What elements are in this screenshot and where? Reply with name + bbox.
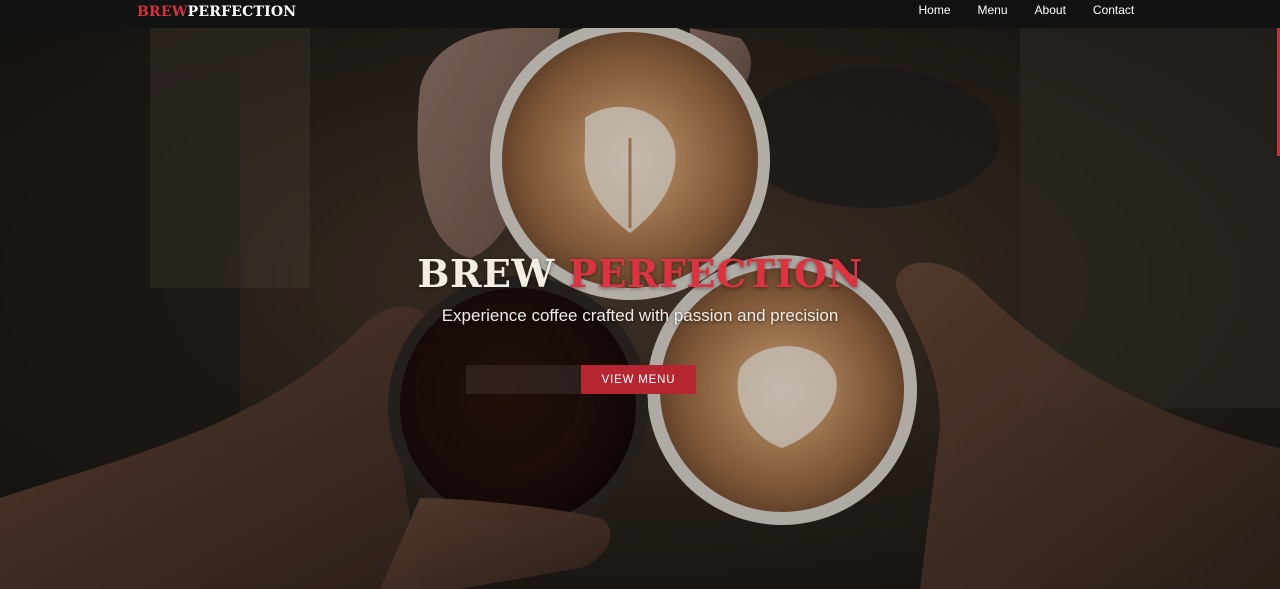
nav-link-home[interactable]: Home [905, 0, 964, 21]
hero-content: BREW PERFECTION Experience coffee crafte… [0, 250, 1280, 328]
hero-title-part2: PERFECTION [568, 251, 863, 296]
nav-links: Home Menu About Contact [905, 0, 1148, 21]
logo-main-text: PERFECTION [187, 4, 297, 20]
hero-buttons: VIEW MENU [466, 365, 696, 395]
view-menu-button[interactable]: VIEW MENU [581, 365, 696, 394]
nav-link-menu[interactable]: Menu [964, 0, 1021, 21]
nav-link-about[interactable]: About [1021, 0, 1079, 21]
nav-link-contact[interactable]: Contact [1079, 0, 1147, 21]
hero-subtitle: Experience coffee crafted with passion a… [441, 306, 839, 325]
logo-accent-text: BREW [137, 4, 188, 20]
navbar: BREWPERFECTION Home Menu About Contact [0, 0, 1280, 28]
secondary-button[interactable] [466, 365, 582, 394]
hero-title: BREW PERFECTION [0, 250, 1280, 298]
hero-title-part1: BREW [417, 251, 555, 296]
brand-logo[interactable]: BREWPERFECTION [137, 3, 296, 21]
